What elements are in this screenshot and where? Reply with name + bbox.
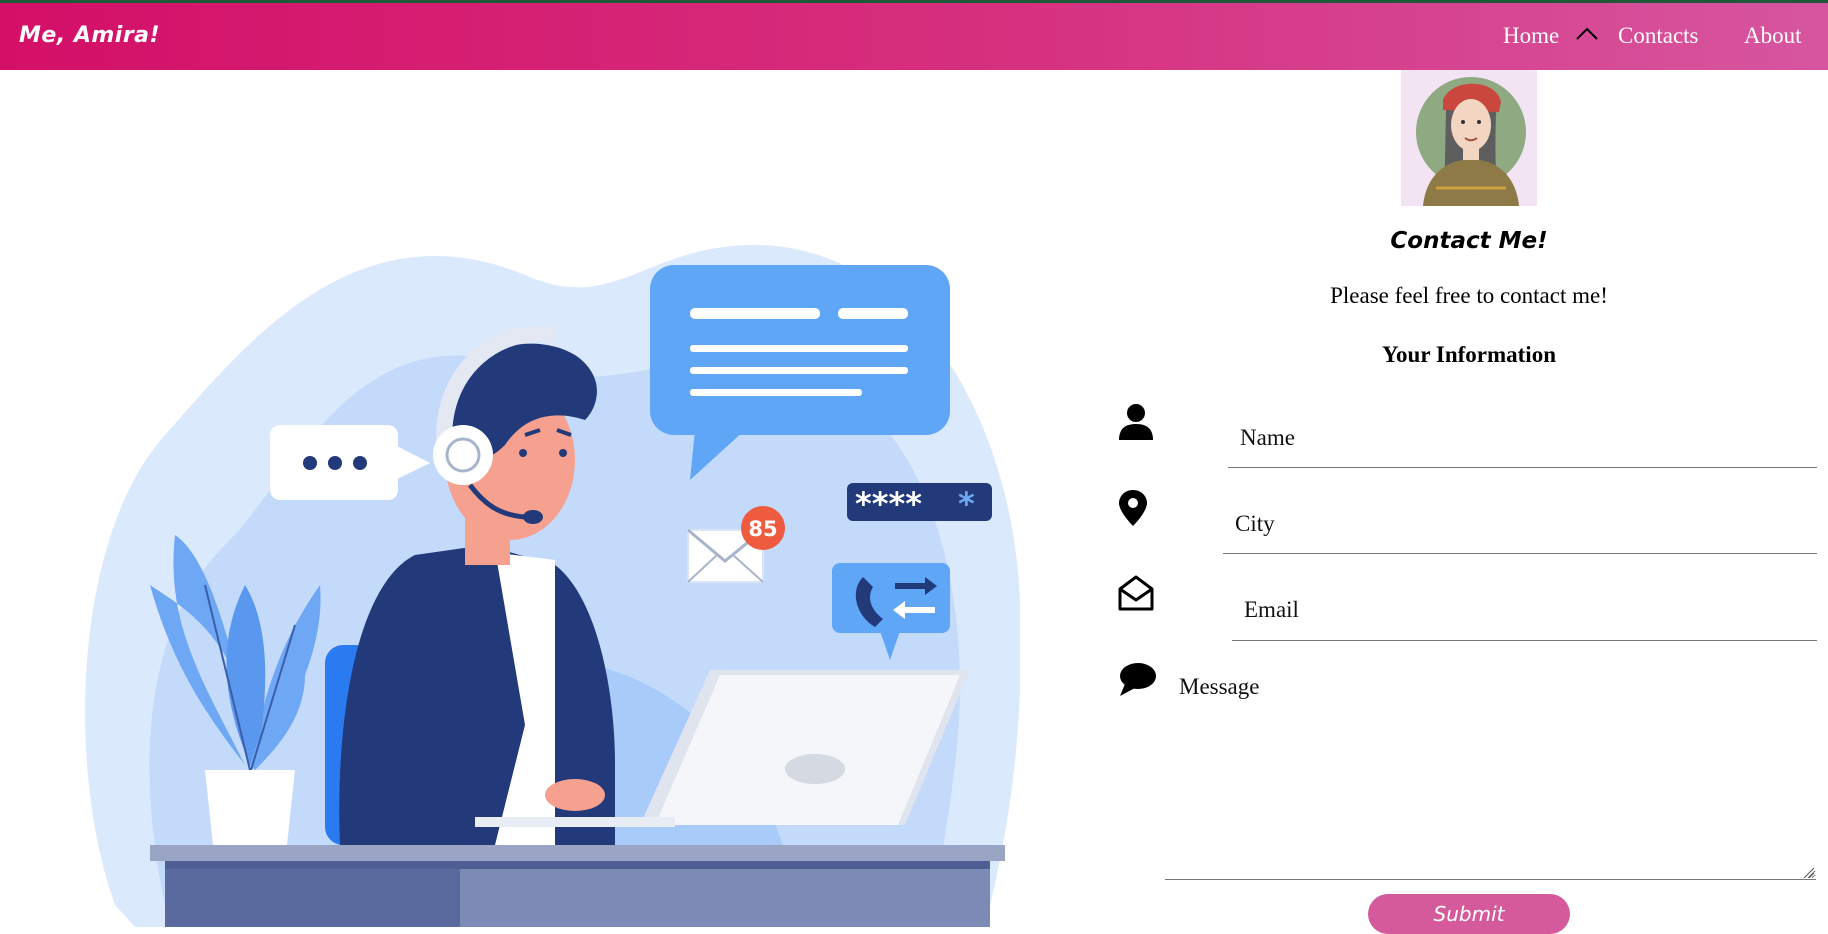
support-agent-illustration: **** * 85 — [85, 245, 1020, 927]
location-pin-icon — [1119, 490, 1147, 526]
nav-home-link[interactable]: Home — [1503, 23, 1559, 49]
password-field-icon: **** * — [847, 483, 992, 523]
info-section-title: Your Information — [1381, 342, 1556, 367]
avatar — [1401, 70, 1537, 206]
chat-bubble-icon — [1120, 663, 1156, 696]
message-textarea[interactable] — [1165, 668, 1816, 880]
email-input[interactable] — [1232, 580, 1817, 641]
name-input[interactable] — [1228, 408, 1817, 468]
svg-text:*: * — [958, 485, 975, 523]
resize-grip-icon[interactable] — [1802, 866, 1814, 878]
brand-logo[interactable]: Me, Amira! — [19, 23, 160, 48]
envelope-open-icon — [1118, 575, 1154, 611]
user-icon — [1119, 404, 1153, 440]
chevron-up-icon[interactable] — [1574, 25, 1600, 45]
nav-contacts-link[interactable]: Contacts — [1618, 23, 1699, 49]
contact-title: Contact Me! — [1390, 228, 1548, 254]
contact-subtitle: Please feel free to contact me! — [1330, 283, 1608, 308]
city-input[interactable] — [1223, 494, 1817, 554]
notification-badge-count: 85 — [748, 517, 777, 541]
submit-button[interactable]: Submit — [1368, 894, 1570, 934]
navbar: Me, Amira! Home Contacts About — [0, 3, 1828, 70]
nav-about-link[interactable]: About — [1744, 23, 1802, 49]
svg-text:****: **** — [855, 485, 922, 523]
